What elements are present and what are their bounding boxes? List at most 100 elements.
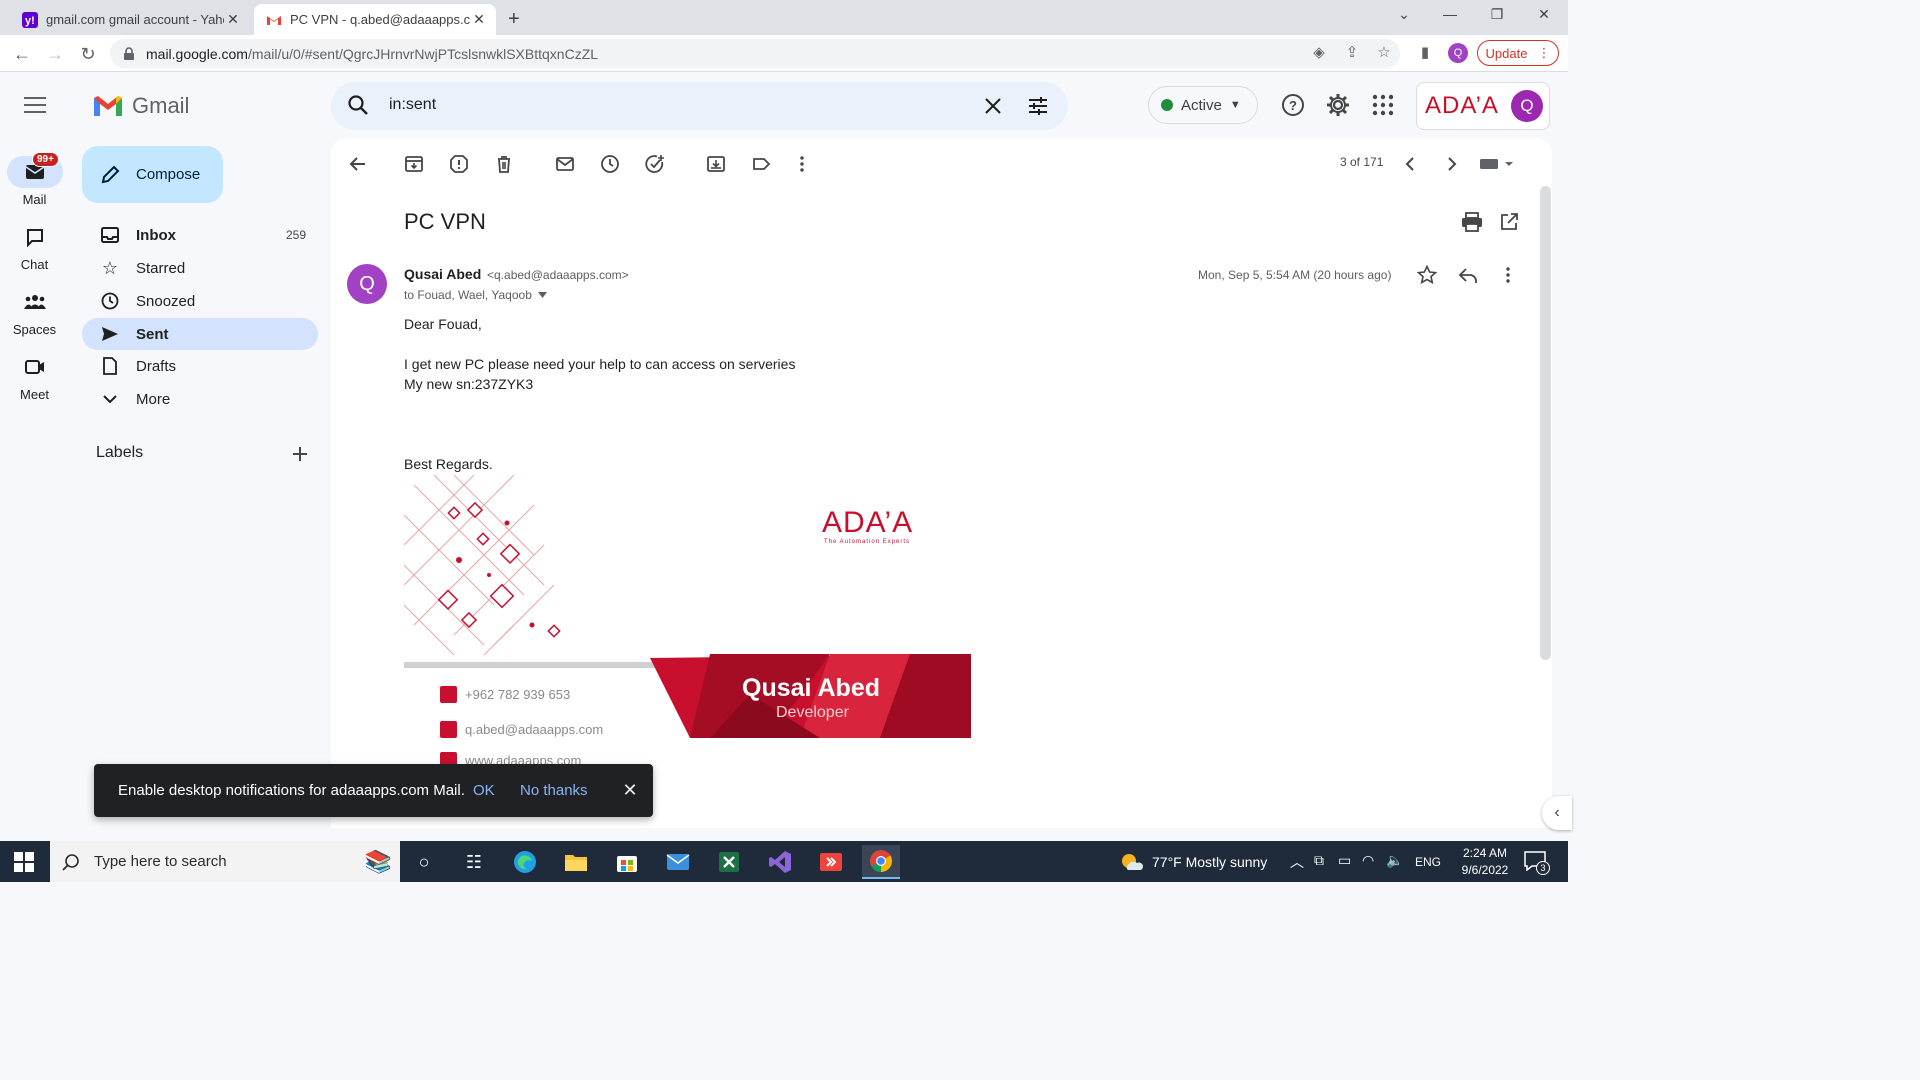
settings-gear-icon[interactable] xyxy=(1326,93,1350,117)
task-view-icon[interactable]: ○ xyxy=(405,845,443,879)
browser-profile-avatar[interactable]: Q xyxy=(1448,43,1468,63)
delete-trash-icon[interactable] xyxy=(494,154,514,174)
signature-phone-text: +962 782 939 653 xyxy=(465,687,571,702)
account-avatar[interactable]: Q xyxy=(1511,90,1543,122)
side-panel-icon[interactable]: ▮ xyxy=(1416,44,1434,62)
reload-icon[interactable]: ↻ xyxy=(77,43,99,65)
star-message-icon[interactable] xyxy=(1417,265,1437,285)
show-hidden-icons-icon[interactable]: ︿ xyxy=(1290,852,1304,872)
microsoft-store-icon[interactable] xyxy=(608,845,646,879)
compose-button[interactable]: Compose xyxy=(82,146,223,203)
rail-chat[interactable]: Chat xyxy=(0,221,69,272)
rail-meet[interactable]: Meet xyxy=(0,351,69,402)
reply-icon[interactable] xyxy=(1458,266,1478,284)
meet-now-icon[interactable]: ⧉ xyxy=(1314,852,1324,869)
snooze-clock-icon[interactable] xyxy=(600,154,620,174)
windows-start-icon[interactable] xyxy=(14,852,34,872)
snackbar-ok-button[interactable]: OK xyxy=(473,782,508,799)
more-options-icon[interactable] xyxy=(792,154,812,174)
search-bar[interactable]: in:sent xyxy=(331,82,1068,130)
mail-app-icon[interactable] xyxy=(659,845,697,879)
extension-icon[interactable]: ◈ xyxy=(1310,44,1328,62)
sidebar-item-starred[interactable]: ☆ Starred xyxy=(82,252,318,284)
status-dropdown[interactable]: Active ▼ xyxy=(1148,86,1258,124)
sidebar-item-more[interactable]: More xyxy=(82,383,318,415)
sender-name[interactable]: Qusai Abed xyxy=(404,266,481,282)
main-menu-icon[interactable] xyxy=(24,95,46,115)
search-input[interactable]: in:sent xyxy=(389,96,436,114)
restore-icon[interactable]: ❐ xyxy=(1485,6,1509,23)
widgets-icon[interactable]: ☷ xyxy=(455,845,493,879)
bookmark-star-icon[interactable]: ☆ xyxy=(1375,44,1393,62)
share-icon[interactable]: ⇪ xyxy=(1343,44,1361,62)
move-to-icon[interactable] xyxy=(706,154,726,174)
sender-avatar[interactable]: Q xyxy=(347,264,387,304)
archive-icon[interactable] xyxy=(404,154,424,174)
sidebar-item-drafts[interactable]: Drafts xyxy=(82,350,318,382)
sidebar-item-sent[interactable]: Sent xyxy=(82,318,318,350)
sidebar-item-inbox[interactable]: Inbox 259 xyxy=(82,219,318,251)
window-close-icon[interactable]: ✕ xyxy=(1532,6,1556,23)
forward-icon[interactable]: → xyxy=(44,43,66,65)
gmail-logo[interactable]: Gmail xyxy=(92,93,189,119)
anydesk-icon[interactable] xyxy=(812,845,850,879)
print-icon[interactable] xyxy=(1461,212,1483,232)
gmail-wordmark: Gmail xyxy=(132,93,190,118)
add-label-icon[interactable] xyxy=(290,444,310,464)
volume-icon[interactable]: 🔈 xyxy=(1386,852,1403,869)
open-in-new-window-icon[interactable] xyxy=(1499,212,1519,232)
signature-phone: +962 782 939 653 xyxy=(440,686,570,703)
battery-icon[interactable]: ▭ xyxy=(1338,852,1351,869)
tab-close-icon[interactable]: ✕ xyxy=(470,11,488,28)
browser-tab-gmail[interactable]: PC VPN - q.abed@adaaapps.com ✕ xyxy=(254,4,496,35)
tab-close-icon[interactable]: ✕ xyxy=(224,11,242,28)
input-tools-keyboard-icon[interactable] xyxy=(1479,156,1515,172)
back-to-list-icon[interactable] xyxy=(348,154,368,174)
snackbar-close-icon[interactable]: ✕ xyxy=(620,780,640,801)
weather-text: 77°F Mostly sunny xyxy=(1152,854,1268,870)
rail-spaces[interactable]: Spaces xyxy=(0,286,69,337)
update-button[interactable]: Update ⋮ xyxy=(1477,40,1559,66)
help-icon[interactable]: ? xyxy=(1281,93,1305,117)
input-language[interactable]: ENG xyxy=(1415,855,1441,869)
add-to-tasks-icon[interactable] xyxy=(645,154,665,174)
compose-label: Compose xyxy=(136,166,201,183)
message-more-icon[interactable] xyxy=(1498,265,1518,285)
new-tab-icon[interactable]: + xyxy=(508,8,520,31)
weather-widget[interactable]: 77°F Mostly sunny xyxy=(1120,852,1267,872)
tab-search-icon[interactable]: ⌄ xyxy=(1392,6,1416,23)
file-explorer-icon[interactable] xyxy=(557,845,595,879)
scrollbar-thumb[interactable] xyxy=(1540,186,1551,660)
snackbar-no-thanks-button[interactable]: No thanks xyxy=(520,782,608,799)
browser-tab-yahoo[interactable]: y! gmail.com gmail account - Yahoo ✕ xyxy=(10,4,250,35)
excel-app-icon[interactable] xyxy=(710,845,748,879)
url-bar[interactable]: mail.google.com/mail/u/0/#sent/QgrcJHrnv… xyxy=(110,39,1400,68)
older-chevron-right-icon[interactable] xyxy=(1441,154,1461,174)
clear-search-icon[interactable] xyxy=(983,96,1003,116)
taskbar-search-box[interactable]: Type here to search 📚 xyxy=(50,841,400,882)
sidebar-item-snoozed[interactable]: Snoozed xyxy=(82,285,318,317)
report-spam-icon[interactable] xyxy=(449,154,469,174)
taskbar-clock[interactable]: 2:24 AM 9/6/2022 xyxy=(1450,845,1520,879)
account-switcher[interactable]: ADA’A Q xyxy=(1416,82,1550,130)
notification-center-icon[interactable]: 3 xyxy=(1524,851,1550,875)
wifi-icon[interactable]: ◠ xyxy=(1362,852,1374,869)
status-dot-icon xyxy=(1161,99,1173,111)
visual-studio-icon[interactable] xyxy=(761,845,799,879)
svg-text:y!: y! xyxy=(25,15,35,27)
search-icon[interactable] xyxy=(347,94,369,116)
apps-grid-icon[interactable] xyxy=(1371,93,1395,117)
recipients-toggle[interactable]: to Fouad, Wael, Yaqoob xyxy=(404,288,547,302)
gmail-m-icon xyxy=(94,96,122,116)
newer-chevron-left-icon[interactable] xyxy=(1401,154,1421,174)
snackbar-text: Enable desktop notifications for adaaapp… xyxy=(118,782,465,799)
search-options-icon[interactable] xyxy=(1027,95,1049,117)
mark-unread-icon[interactable] xyxy=(555,154,575,174)
minimize-icon[interactable]: — xyxy=(1438,6,1462,22)
chrome-browser-icon[interactable] xyxy=(862,845,900,879)
side-panel-toggle-icon[interactable]: ‹ xyxy=(1542,796,1572,830)
edge-browser-icon[interactable] xyxy=(506,845,544,879)
label-tag-icon[interactable] xyxy=(751,154,771,174)
partly-sunny-icon xyxy=(1122,854,1144,870)
back-icon[interactable]: ← xyxy=(11,43,33,65)
